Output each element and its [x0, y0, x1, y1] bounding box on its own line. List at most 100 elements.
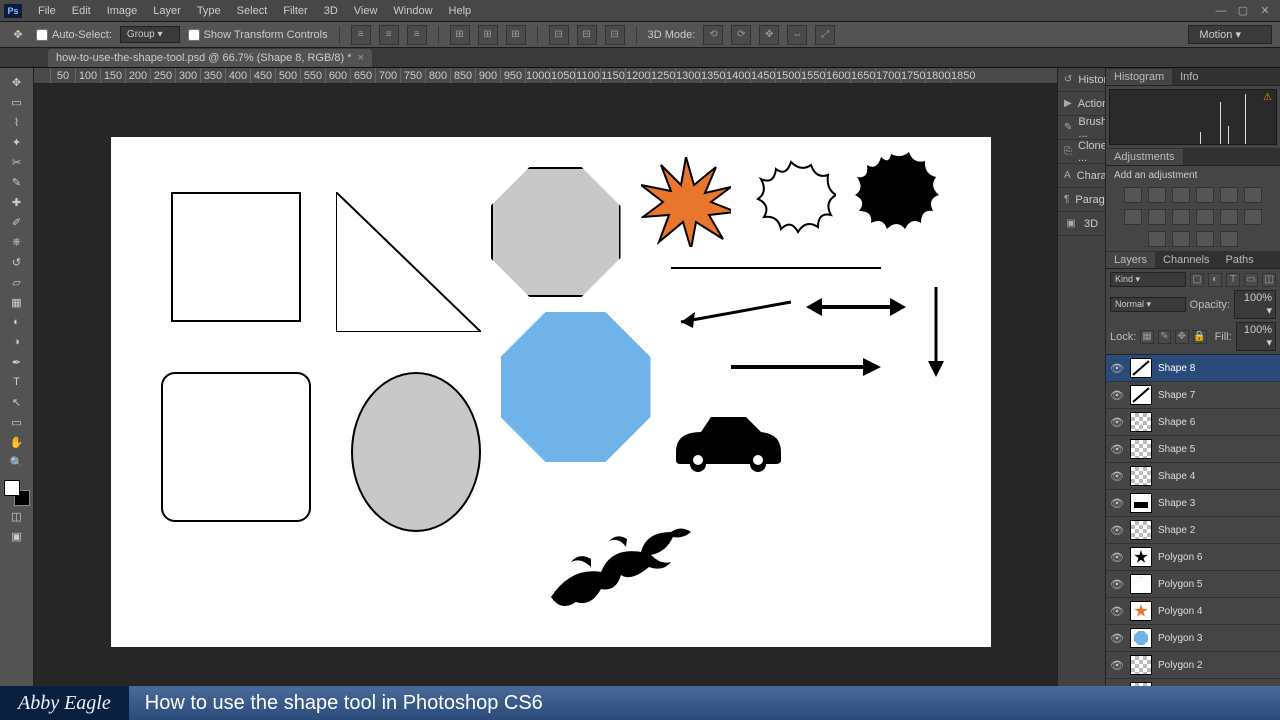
collapsed-panel-actions[interactable]: ▶Actions	[1058, 92, 1105, 116]
distribute-button[interactable]: ⊞	[450, 25, 470, 45]
adjustment-preset[interactable]	[1172, 187, 1190, 203]
layer-row[interactable]: 👁 Polygon 4	[1106, 598, 1280, 625]
collapsed-panel-charac-[interactable]: ACharac...	[1058, 164, 1105, 188]
window-close-button[interactable]: ✕	[1254, 4, 1276, 18]
visibility-toggle-icon[interactable]: 👁	[1110, 632, 1124, 645]
visibility-toggle-icon[interactable]: 👁	[1110, 497, 1124, 510]
visibility-toggle-icon[interactable]: 👁	[1110, 524, 1124, 537]
adjustment-preset[interactable]	[1196, 231, 1214, 247]
show-transform-checkbox[interactable]: Show Transform Controls	[188, 29, 328, 41]
adjustment-preset[interactable]	[1196, 209, 1214, 225]
brush-tool[interactable]: ✐	[4, 212, 30, 232]
visibility-toggle-icon[interactable]: 👁	[1110, 551, 1124, 564]
3d-slide-button[interactable]: ⇔	[787, 25, 807, 45]
collapsed-panel-clone-[interactable]: ⎘Clone ...	[1058, 140, 1105, 164]
lock-position-button[interactable]: ✥	[1175, 330, 1188, 344]
dodge-tool[interactable]: ◑	[4, 332, 30, 352]
adjustment-preset[interactable]	[1172, 209, 1190, 225]
layer-list[interactable]: 👁 Shape 8 👁 Shape 7 👁 Shape 6 👁 Shape 5 …	[1106, 354, 1280, 720]
shape-tool[interactable]: ▭	[4, 412, 30, 432]
window-minimize-button[interactable]: —	[1210, 4, 1232, 18]
adjustment-preset[interactable]	[1124, 209, 1142, 225]
align-button[interactable]: ⊟	[577, 25, 597, 45]
fill-value[interactable]: 100% ▾	[1236, 322, 1276, 351]
channels-tab[interactable]: Channels	[1155, 252, 1217, 268]
stamp-tool[interactable]: ⎈	[4, 232, 30, 252]
filter-icon[interactable]: ◐	[1208, 273, 1222, 287]
adjustment-preset[interactable]	[1148, 187, 1166, 203]
marquee-tool[interactable]: ▭	[4, 92, 30, 112]
align-button[interactable]: ≡	[351, 25, 371, 45]
lock-transparent-button[interactable]: ▦	[1140, 330, 1153, 344]
3d-pan-button[interactable]: ✥	[759, 25, 779, 45]
layer-row[interactable]: 👁 Shape 8	[1106, 355, 1280, 382]
menu-view[interactable]: View	[346, 2, 386, 20]
lasso-tool[interactable]: ⌇	[4, 112, 30, 132]
opacity-value[interactable]: 100% ▾	[1234, 290, 1276, 319]
auto-select-mode-dropdown[interactable]: Group ▾	[120, 26, 180, 43]
adjustment-preset[interactable]	[1124, 187, 1142, 203]
distribute-button[interactable]: ⊞	[478, 25, 498, 45]
layer-row[interactable]: 👁 Shape 5	[1106, 436, 1280, 463]
wand-tool[interactable]: ✦	[4, 132, 30, 152]
document-tab[interactable]: how-to-use-the-shape-tool.psd @ 66.7% (S…	[48, 49, 372, 67]
menu-filter[interactable]: Filter	[275, 2, 315, 20]
zoom-tool[interactable]: 🔍	[4, 452, 30, 472]
filter-icon[interactable]: T	[1226, 273, 1240, 287]
menu-type[interactable]: Type	[189, 2, 229, 20]
info-tab[interactable]: Info	[1172, 69, 1206, 85]
visibility-toggle-icon[interactable]: 👁	[1110, 605, 1124, 618]
adjustment-preset[interactable]	[1220, 209, 1238, 225]
menu-select[interactable]: Select	[229, 2, 276, 20]
layer-row[interactable]: 👁 Polygon 5	[1106, 571, 1280, 598]
foreground-color[interactable]	[4, 480, 20, 496]
menu-help[interactable]: Help	[441, 2, 480, 20]
collapsed-panel-history[interactable]: ↺History	[1058, 68, 1105, 92]
3d-roll-button[interactable]: ⟳	[731, 25, 751, 45]
eyedropper-tool[interactable]: ✎	[4, 172, 30, 192]
history-brush-tool[interactable]: ↺	[4, 252, 30, 272]
lock-pixels-button[interactable]: ✎	[1158, 330, 1171, 344]
adjustment-preset[interactable]	[1220, 187, 1238, 203]
visibility-toggle-icon[interactable]: 👁	[1110, 470, 1124, 483]
filter-icon[interactable]: ◫	[1262, 273, 1276, 287]
crop-tool[interactable]: ✂	[4, 152, 30, 172]
visibility-toggle-icon[interactable]: 👁	[1110, 443, 1124, 456]
path-select-tool[interactable]: ↖	[4, 392, 30, 412]
distribute-button[interactable]: ⊞	[506, 25, 526, 45]
filter-icon[interactable]: ▢	[1190, 273, 1204, 287]
menu-3d[interactable]: 3D	[316, 2, 346, 20]
visibility-toggle-icon[interactable]: 👁	[1110, 659, 1124, 672]
collapsed-panel-brush-[interactable]: ✎Brush ...	[1058, 116, 1105, 140]
layer-row[interactable]: 👁 Polygon 3	[1106, 625, 1280, 652]
pen-tool[interactable]: ✒	[4, 352, 30, 372]
align-button[interactable]: ≡	[379, 25, 399, 45]
gradient-tool[interactable]: ▦	[4, 292, 30, 312]
menu-window[interactable]: Window	[385, 2, 440, 20]
auto-select-checkbox[interactable]: Auto-Select:	[36, 29, 112, 41]
paths-tab[interactable]: Paths	[1218, 252, 1262, 268]
visibility-toggle-icon[interactable]: 👁	[1110, 416, 1124, 429]
menu-edit[interactable]: Edit	[64, 2, 99, 20]
menu-layer[interactable]: Layer	[145, 2, 189, 20]
histogram-tab[interactable]: Histogram	[1106, 69, 1172, 85]
layer-row[interactable]: 👁 Polygon 2	[1106, 652, 1280, 679]
blur-tool[interactable]: ◐	[4, 312, 30, 332]
adjustment-preset[interactable]	[1148, 209, 1166, 225]
adjustment-preset[interactable]	[1244, 187, 1262, 203]
layer-row[interactable]: 👁 Shape 4	[1106, 463, 1280, 490]
color-wells[interactable]	[4, 480, 30, 506]
align-button[interactable]: ⊟	[605, 25, 625, 45]
align-button[interactable]: ≡	[407, 25, 427, 45]
adjustments-tab[interactable]: Adjustments	[1106, 149, 1183, 165]
hand-tool[interactable]: ✋	[4, 432, 30, 452]
3d-orbit-button[interactable]: ⟲	[703, 25, 723, 45]
blend-mode-dropdown[interactable]: Normal ▾	[1110, 297, 1186, 312]
visibility-toggle-icon[interactable]: 👁	[1110, 389, 1124, 402]
align-button[interactable]: ⊟	[549, 25, 569, 45]
layers-tab[interactable]: Layers	[1106, 252, 1155, 268]
quickmask-button[interactable]: ◫	[4, 506, 30, 526]
menu-file[interactable]: File	[30, 2, 64, 20]
heal-tool[interactable]: ✚	[4, 192, 30, 212]
adjustment-preset[interactable]	[1244, 209, 1262, 225]
